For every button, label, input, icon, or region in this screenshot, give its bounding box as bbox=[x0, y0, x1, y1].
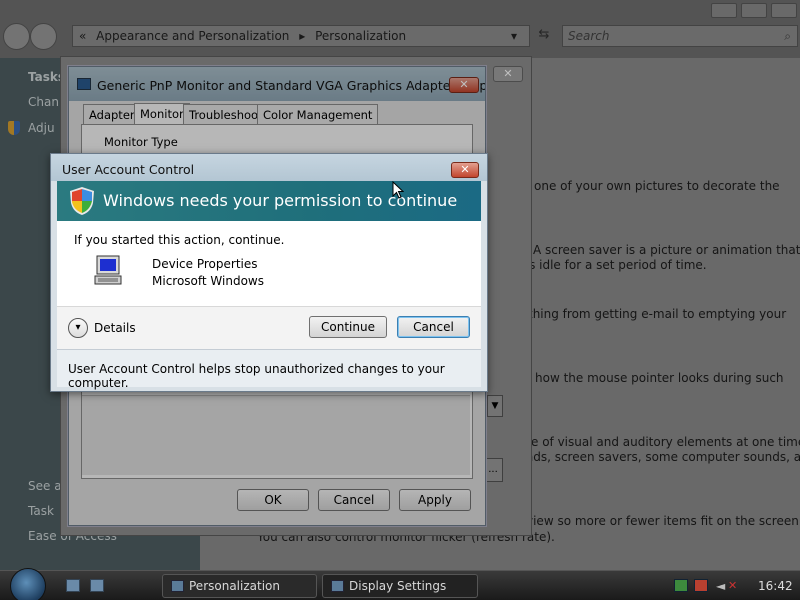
taskbar-button-label: Display Settings bbox=[349, 579, 447, 593]
personalization-app-icon bbox=[171, 580, 184, 592]
taskbar-button-personalization[interactable]: Personalization bbox=[162, 574, 317, 598]
cursor-icon bbox=[392, 181, 404, 199]
uac-title-bar: User Account Control bbox=[51, 154, 487, 181]
taskbar-button-display-settings[interactable]: Display Settings bbox=[322, 574, 478, 598]
uac-banner: Windows needs your permission to continu… bbox=[57, 181, 481, 221]
taskbar-button-label: Personalization bbox=[189, 579, 280, 593]
uac-dialog: User Account Control ✕ Windows needs you… bbox=[50, 153, 488, 392]
cancel-button[interactable]: Cancel bbox=[397, 316, 470, 338]
taskbar: Personalization Display Settings ◄ ✕ 16:… bbox=[0, 568, 800, 600]
uac-title: User Account Control bbox=[62, 162, 195, 177]
chevron-down-icon[interactable]: ▾ bbox=[68, 318, 88, 338]
publisher-name: Microsoft Windows bbox=[152, 274, 264, 288]
uac-footer: User Account Control helps stop unauthor… bbox=[57, 349, 481, 390]
computer-icon bbox=[94, 255, 122, 285]
uac-button-strip: ▾ Details Continue Cancel bbox=[57, 307, 481, 349]
show-desktop-icon[interactable] bbox=[66, 579, 80, 592]
network-icon[interactable] bbox=[674, 579, 688, 592]
start-orb-icon[interactable] bbox=[10, 568, 46, 600]
switch-windows-icon[interactable] bbox=[90, 579, 104, 592]
uac-body: If you started this action, continue. De… bbox=[57, 221, 481, 349]
clock[interactable]: 16:42 bbox=[758, 574, 793, 598]
program-name: Device Properties bbox=[152, 257, 258, 271]
uac-intro: If you started this action, continue. bbox=[74, 233, 285, 247]
display-settings-app-icon bbox=[331, 580, 344, 592]
shield-icon bbox=[70, 187, 94, 215]
continue-button[interactable]: Continue bbox=[309, 316, 387, 338]
mute-icon: ✕ bbox=[728, 579, 738, 592]
security-icon[interactable] bbox=[694, 579, 708, 592]
uac-footer-text: User Account Control helps stop unauthor… bbox=[68, 362, 445, 390]
desktop: « Appearance and Personalization ▸ Perso… bbox=[0, 0, 800, 570]
volume-icon[interactable]: ◄ bbox=[716, 574, 725, 598]
system-tray: ◄ ✕ 16:42 bbox=[672, 574, 798, 598]
details-toggle[interactable]: Details bbox=[94, 321, 136, 335]
uac-banner-text: Windows needs your permission to continu… bbox=[103, 191, 458, 210]
close-icon[interactable]: ✕ bbox=[451, 162, 479, 178]
